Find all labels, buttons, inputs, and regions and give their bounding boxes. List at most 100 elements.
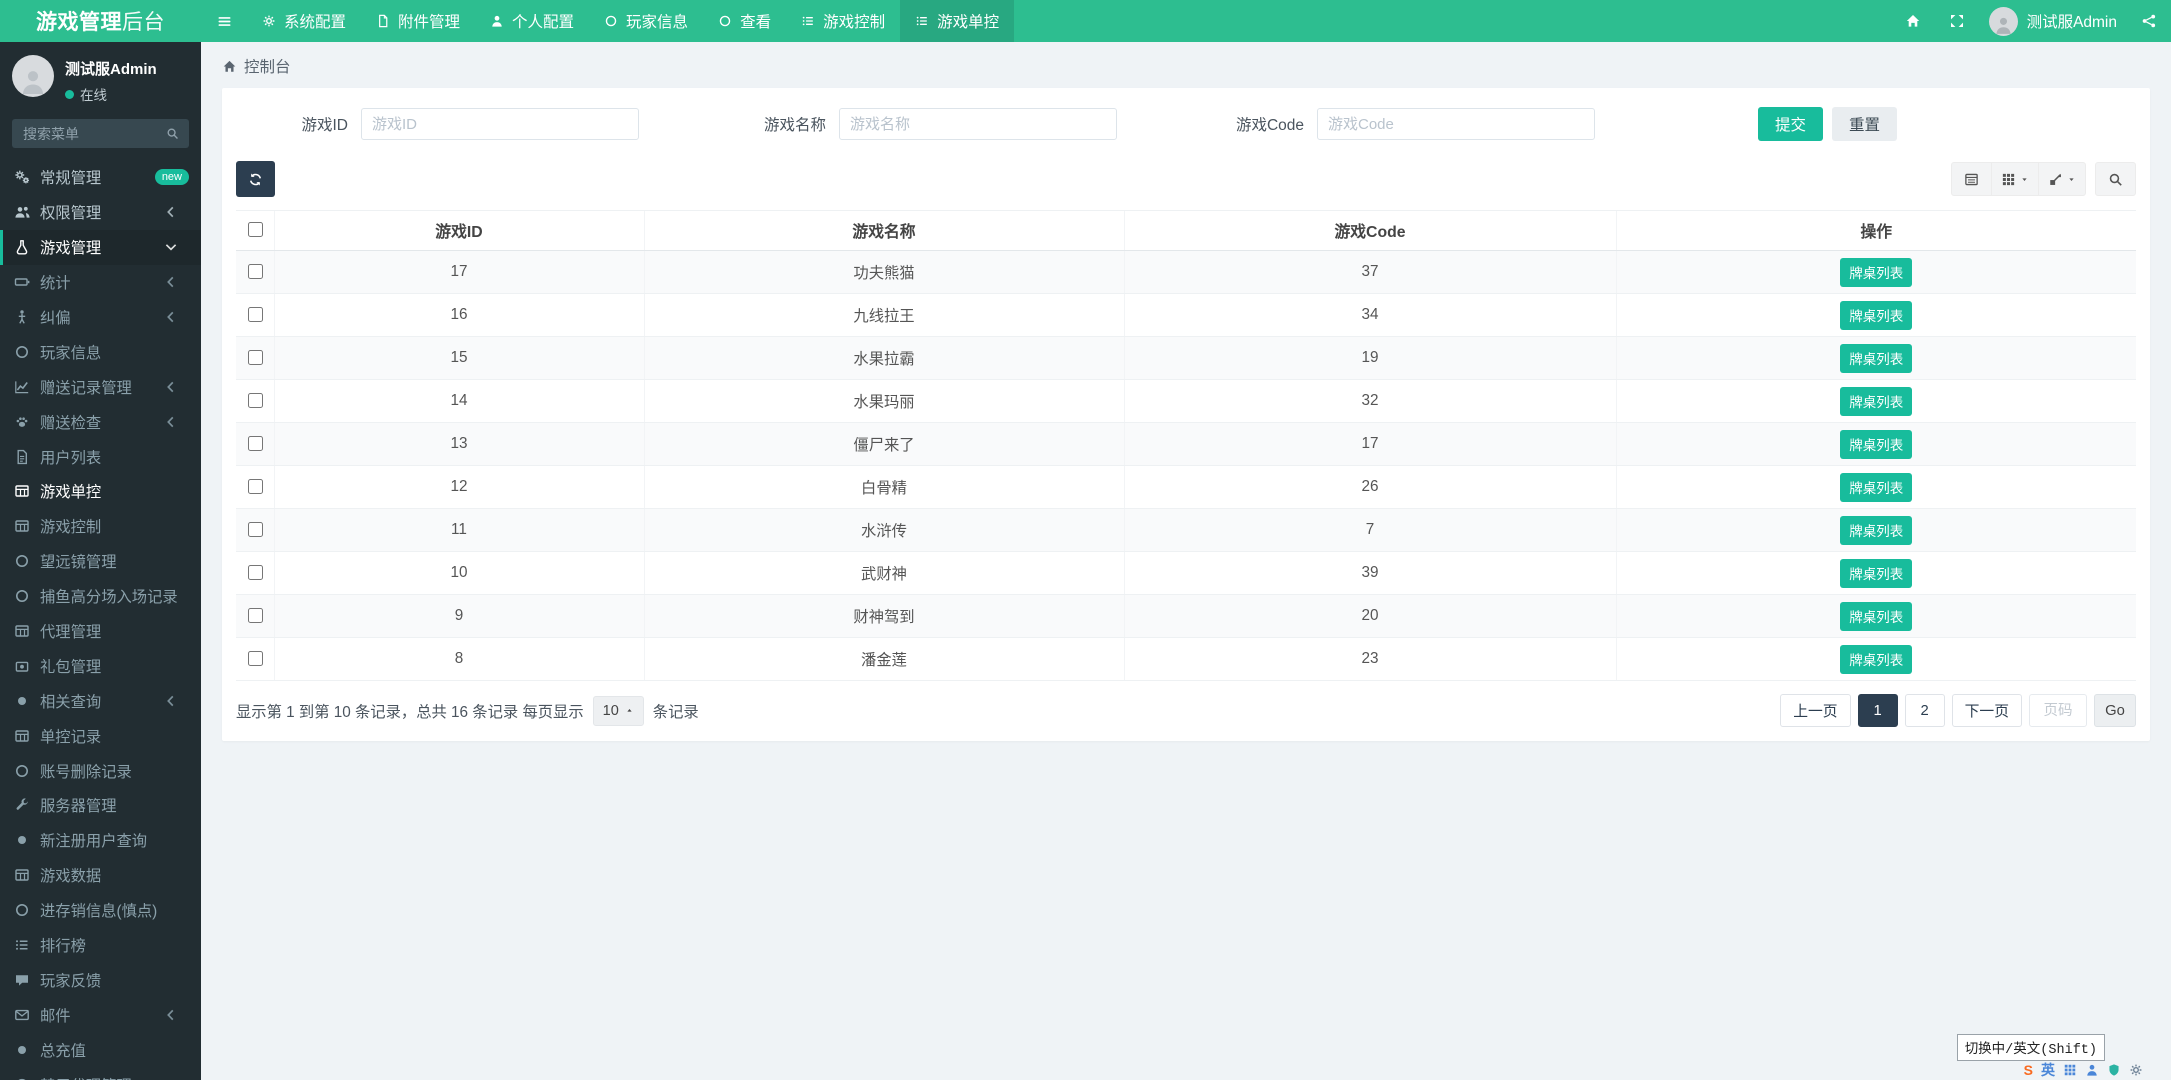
home-button[interactable] <box>1891 0 1935 42</box>
table-list-button[interactable]: 牌桌列表 <box>1840 343 1913 373</box>
sidebar-item-排行榜[interactable]: 排行榜 <box>0 928 201 963</box>
prev-page-button[interactable]: 上一页 <box>1780 694 1851 727</box>
next-page-button[interactable]: 下一页 <box>1951 694 2022 727</box>
sidebar-item-常规管理[interactable]: 常规管理 new <box>0 160 201 195</box>
nav-item-游戏控制[interactable]: 游戏控制 <box>786 0 900 42</box>
row-checkbox[interactable] <box>247 349 263 365</box>
nav-item-个人配置[interactable]: 个人配置 <box>475 0 589 42</box>
game-name-cell: 九线拉王 <box>643 293 1124 337</box>
sidebar-item-赠送记录管理[interactable]: 赠送记录管理 <box>0 369 201 404</box>
sidebar-item-单控记录[interactable]: 单控记录 <box>0 718 201 753</box>
sidebar-item-相关查询[interactable]: 相关查询 <box>0 683 201 718</box>
user-menu[interactable]: 测试服Admin <box>1979 0 2127 42</box>
row-checkbox[interactable] <box>247 263 263 279</box>
user-icon[interactable] <box>2085 1063 2099 1077</box>
table-list-button[interactable]: 牌桌列表 <box>1840 601 1913 631</box>
filter-input-2[interactable] <box>839 108 1117 140</box>
refresh-button[interactable] <box>236 161 275 197</box>
game-name-cell: 潘金莲 <box>643 637 1124 681</box>
toggle-view-button[interactable] <box>1951 162 1992 196</box>
nav-item-查看[interactable]: 查看 <box>703 0 786 42</box>
submit-button[interactable]: 提交 <box>1758 107 1824 141</box>
caret-up-icon <box>625 706 634 715</box>
sidebar-item-邮件[interactable]: 邮件 <box>0 997 201 1032</box>
menu-search-button[interactable] <box>156 119 189 148</box>
page-size-dropdown[interactable]: 10 <box>592 695 644 726</box>
cog-icon[interactable] <box>2129 1063 2143 1077</box>
envelope-icon <box>14 1007 30 1023</box>
online-status-dot <box>65 89 74 99</box>
row-checkbox[interactable] <box>247 306 263 322</box>
table-list-button[interactable]: 牌桌列表 <box>1840 515 1913 545</box>
menu-search-input[interactable] <box>12 119 156 148</box>
sidebar-item-禁用代理管理[interactable]: 禁用代理管理 <box>0 1067 201 1080</box>
table-list-button[interactable]: 牌桌列表 <box>1840 429 1913 459</box>
shield-icon[interactable] <box>2107 1063 2121 1077</box>
filter-input-3[interactable] <box>1317 108 1595 140</box>
sidebar-item-游戏单控[interactable]: 游戏单控 <box>0 474 201 509</box>
row-checkbox[interactable] <box>247 392 263 408</box>
table-list-button[interactable]: 牌桌列表 <box>1840 300 1913 330</box>
row-checkbox[interactable] <box>247 607 263 623</box>
filter-input-1[interactable] <box>361 108 639 140</box>
search-icon <box>166 127 179 140</box>
sidebar-item-新注册用户查询[interactable]: 新注册用户查询 <box>0 823 201 858</box>
row-checkbox[interactable] <box>247 478 263 494</box>
sogou-indicator[interactable]: S <box>2024 1063 2033 1077</box>
sidebar-item-游戏控制[interactable]: 游戏控制 <box>0 509 201 544</box>
nav-item-附件管理[interactable]: 附件管理 <box>361 0 475 42</box>
share-button[interactable] <box>2127 0 2171 42</box>
sidebar-item-账号删除记录[interactable]: 账号删除记录 <box>0 753 201 788</box>
reset-button[interactable]: 重置 <box>1832 107 1898 141</box>
select-all-checkbox[interactable] <box>247 222 263 237</box>
page-button-2[interactable]: 2 <box>1904 694 1945 727</box>
card-icon <box>1964 172 1979 187</box>
goto-page-input[interactable] <box>2029 694 2087 727</box>
nav-item-label: 个人配置 <box>512 14 575 31</box>
fullscreen-button[interactable] <box>1935 0 1979 42</box>
sidebar-item-玩家信息[interactable]: 玩家信息 <box>0 334 201 369</box>
sidebar-item-label: 纠偏 <box>40 310 71 327</box>
sidebar-item-统计[interactable]: 统计 <box>0 265 201 300</box>
sidebar-item-游戏数据[interactable]: 游戏数据 <box>0 858 201 893</box>
sidebar-item-进存销信息(慎点)[interactable]: 进存销信息(慎点) <box>0 893 201 928</box>
nav-item-玩家信息[interactable]: 玩家信息 <box>589 0 703 42</box>
grid-icon[interactable] <box>2063 1063 2077 1077</box>
sidebar-item-赠送检查[interactable]: 赠送检查 <box>0 404 201 439</box>
sidebar-item-游戏管理[interactable]: 游戏管理 <box>0 229 201 265</box>
sidebar-item-捕鱼高分场入场记录[interactable]: 捕鱼高分场入场记录 <box>0 579 201 614</box>
sidebar-item-服务器管理[interactable]: 服务器管理 <box>0 788 201 823</box>
row-checkbox[interactable] <box>247 521 263 537</box>
row-checkbox-cell <box>236 465 274 509</box>
table-list-button[interactable]: 牌桌列表 <box>1840 257 1913 287</box>
nav-item-系统配置[interactable]: 系统配置 <box>247 0 361 42</box>
game-id-cell: 11 <box>273 508 644 552</box>
sidebar-item-用户列表[interactable]: 用户列表 <box>0 439 201 474</box>
home-icon <box>1905 13 1921 29</box>
row-checkbox[interactable] <box>247 650 263 666</box>
table-list-button[interactable]: 牌桌列表 <box>1840 386 1913 416</box>
battery-icon <box>14 274 30 290</box>
page-button-1[interactable]: 1 <box>1857 694 1898 727</box>
sidebar-toggle-button[interactable] <box>201 0 247 42</box>
columns-button[interactable] <box>1991 162 2039 196</box>
nav-item-游戏单控[interactable]: 游戏单控 <box>900 0 1015 42</box>
sidebar-item-玩家反馈[interactable]: 玩家反馈 <box>0 962 201 997</box>
lang-indicator[interactable]: 英 <box>2041 1063 2055 1077</box>
nav-item-label: 查看 <box>740 14 772 31</box>
sidebar-item-纠偏[interactable]: 纠偏 <box>0 300 201 335</box>
sidebar-item-望远镜管理[interactable]: 望远镜管理 <box>0 544 201 579</box>
sidebar-item-权限管理[interactable]: 权限管理 <box>0 195 201 230</box>
go-button[interactable]: Go <box>2094 694 2136 727</box>
row-checkbox[interactable] <box>247 564 263 580</box>
caret-down-icon <box>2067 175 2076 184</box>
sidebar-item-代理管理[interactable]: 代理管理 <box>0 614 201 649</box>
row-checkbox[interactable] <box>247 435 263 451</box>
table-list-button[interactable]: 牌桌列表 <box>1840 472 1913 502</box>
search-button[interactable] <box>2095 162 2136 196</box>
export-button[interactable] <box>2038 162 2086 196</box>
table-list-button[interactable]: 牌桌列表 <box>1840 644 1913 674</box>
sidebar-item-礼包管理[interactable]: 礼包管理 <box>0 648 201 683</box>
sidebar-item-总充值[interactable]: 总充值 <box>0 1032 201 1067</box>
table-list-button[interactable]: 牌桌列表 <box>1840 558 1913 588</box>
